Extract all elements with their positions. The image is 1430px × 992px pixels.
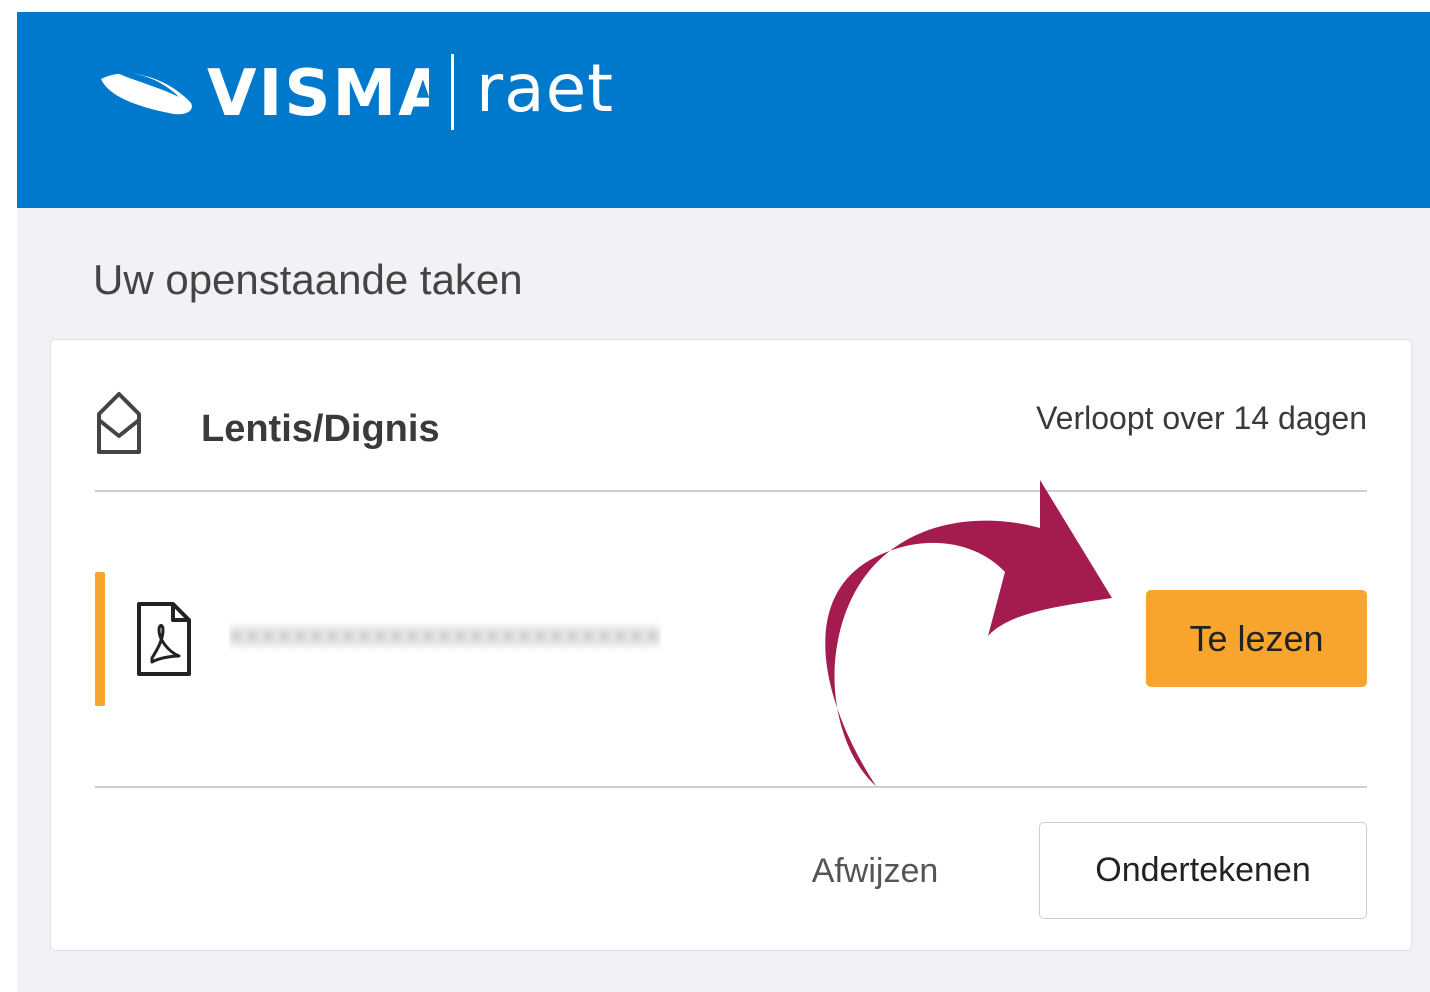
status-accent-bar [95,572,105,706]
top-header: VISMA raet [17,12,1430,208]
task-card-header: Lentis/Dignis Verloopt over 14 dagen [95,386,1367,462]
visma-wordmark: VISMA [207,57,429,127]
task-actions: Afwijzen Ondertekenen [95,822,1367,920]
raet-wordmark: raet [476,50,615,127]
logo-separator [451,54,454,130]
app-frame: VISMA raet Uw openstaande taken Lentis/D… [17,12,1430,992]
task-sender: Lentis/Dignis [201,408,440,450]
ondertekenen-button[interactable]: Ondertekenen [1039,822,1367,919]
visma-raet-logo[interactable]: VISMA raet [99,54,614,130]
task-expiry: Verloopt over 14 dagen [1036,400,1367,436]
page-title: Uw openstaande taken [93,256,523,303]
te-lezen-button[interactable]: Te lezen [1146,590,1367,687]
document-name-redacted[interactable]: xxxxxxxxxxxxxxxxxxxxxxxxxxx [229,618,679,651]
pdf-file-icon [137,602,191,676]
task-card: Lentis/Dignis Verloopt over 14 dagen xxx… [50,339,1412,951]
divider-bottom [95,786,1367,788]
visma-logo-mark: VISMA [101,57,429,127]
document-row[interactable]: xxxxxxxxxxxxxxxxxxxxxxxxxxx Te lezen [95,572,1367,706]
divider-top [95,490,1367,492]
envelope-open-icon [97,392,141,454]
afwijzen-button[interactable]: Afwijzen [800,822,950,920]
